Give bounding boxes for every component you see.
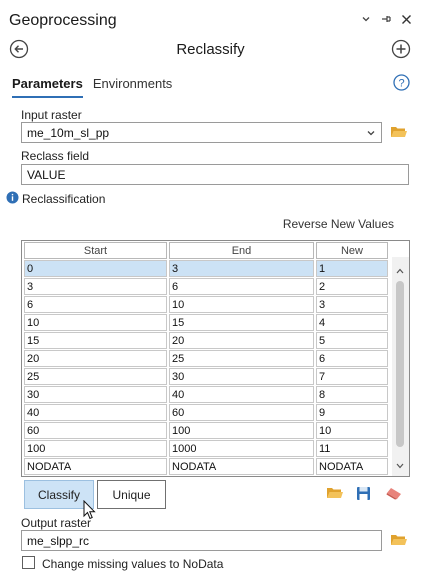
- cell-end[interactable]: 100: [169, 422, 314, 439]
- svg-text:?: ?: [398, 78, 404, 90]
- cell-new[interactable]: 7: [316, 368, 388, 385]
- scroll-up-icon[interactable]: [396, 263, 404, 277]
- scroll-down-icon[interactable]: [396, 458, 404, 472]
- table-body: 0 3 1 3 6 2 6 10 3 10 15 4 15 20 5 20 25 6 25 30 7 30 40 8 40 60 9…: [24, 260, 388, 475]
- cell-new[interactable]: 11: [316, 440, 388, 457]
- tab-parameters[interactable]: Parameters: [12, 76, 83, 98]
- table-row[interactable]: 10 15 4: [24, 314, 388, 331]
- input-raster-combo[interactable]: me_10m_sl_pp: [21, 122, 382, 143]
- reclass-table-grid: Start End New 0 3 1 3 6 2 6 10 3 10 15 4 15 20 5 20 25 6 2…: [22, 241, 390, 476]
- cell-end[interactable]: 15: [169, 314, 314, 331]
- table-row[interactable]: 40 60 9: [24, 404, 388, 421]
- cell-start[interactable]: 3: [24, 278, 167, 295]
- info-icon[interactable]: [6, 191, 19, 207]
- cell-new[interactable]: 10: [316, 422, 388, 439]
- cell-new[interactable]: 2: [316, 278, 388, 295]
- cell-new[interactable]: 1: [316, 260, 388, 277]
- tool-title: Reclassify: [176, 41, 245, 58]
- cell-start[interactable]: 100: [24, 440, 167, 457]
- reclass-field-value: VALUE: [27, 168, 66, 182]
- cell-end[interactable]: 30: [169, 368, 314, 385]
- chevron-down-icon[interactable]: [366, 127, 376, 141]
- input-raster-value: me_10m_sl_pp: [27, 126, 110, 140]
- cell-start[interactable]: 20: [24, 350, 167, 367]
- missing-nodata-checkbox[interactable]: [22, 556, 35, 569]
- cell-start[interactable]: 6: [24, 296, 167, 313]
- cell-end[interactable]: 3: [169, 260, 314, 277]
- missing-nodata-label: Change missing values to NoData: [42, 557, 224, 571]
- cell-start[interactable]: 40: [24, 404, 167, 421]
- table-row[interactable]: 100 1000 11: [24, 440, 388, 457]
- table-row[interactable]: 60 100 10: [24, 422, 388, 439]
- chevron-down-icon[interactable]: [359, 12, 373, 26]
- tool-header: Reclassify: [0, 38, 421, 62]
- cell-new[interactable]: 4: [316, 314, 388, 331]
- table-row[interactable]: 30 40 8: [24, 386, 388, 403]
- tab-environments[interactable]: Environments: [93, 76, 172, 98]
- unique-button[interactable]: Unique: [97, 480, 166, 509]
- cell-end[interactable]: 25: [169, 350, 314, 367]
- column-header-start[interactable]: Start: [24, 242, 167, 259]
- table-row[interactable]: 20 25 6: [24, 350, 388, 367]
- reclass-table: Start End New 0 3 1 3 6 2 6 10 3 10 15 4 15 20 5 20 25 6 2…: [21, 240, 410, 477]
- folder-open-icon[interactable]: [326, 486, 344, 502]
- cell-end[interactable]: 60: [169, 404, 314, 421]
- cell-end[interactable]: 40: [169, 386, 314, 403]
- folder-open-icon[interactable]: [390, 125, 408, 139]
- table-row[interactable]: 362: [24, 278, 388, 295]
- cell-new[interactable]: 9: [316, 404, 388, 421]
- table-vertical-scrollbar[interactable]: [392, 257, 409, 476]
- output-raster-input[interactable]: me_slpp_rc: [21, 530, 382, 551]
- cell-end[interactable]: 1000: [169, 440, 314, 457]
- cell-end[interactable]: 20: [169, 332, 314, 349]
- cell-new[interactable]: NODATA: [316, 458, 388, 475]
- output-raster-label: Output raster: [21, 516, 92, 530]
- cell-end[interactable]: 6: [169, 278, 314, 295]
- table-row[interactable]: 031: [24, 260, 388, 277]
- output-raster-value: me_slpp_rc: [27, 534, 90, 548]
- reverse-new-values-button[interactable]: Reverse New Values: [283, 217, 394, 231]
- column-header-end[interactable]: End: [169, 242, 314, 259]
- table-header-row: Start End New: [24, 242, 388, 259]
- pane-title: Geoprocessing: [9, 12, 117, 29]
- cell-start[interactable]: 15: [24, 332, 167, 349]
- cell-start[interactable]: 25: [24, 368, 167, 385]
- input-raster-label: Input raster: [21, 108, 82, 122]
- table-row[interactable]: 15 20 5: [24, 332, 388, 349]
- cell-start[interactable]: 0: [24, 260, 167, 277]
- cell-new[interactable]: 3: [316, 296, 388, 313]
- add-plus-icon[interactable]: [391, 39, 411, 59]
- table-row[interactable]: 25 30 7: [24, 368, 388, 385]
- cell-end[interactable]: NODATA: [169, 458, 314, 475]
- cell-start[interactable]: NODATA: [24, 458, 167, 475]
- reclass-field-input[interactable]: VALUE: [21, 164, 409, 185]
- reclassification-label: Reclassification: [22, 192, 106, 206]
- scrollbar-thumb[interactable]: [396, 281, 404, 447]
- cell-new[interactable]: 6: [316, 350, 388, 367]
- close-icon[interactable]: [399, 12, 413, 26]
- cell-start[interactable]: 60: [24, 422, 167, 439]
- column-header-new[interactable]: New: [316, 242, 388, 259]
- pane-window-controls: [359, 12, 413, 26]
- pin-icon[interactable]: [379, 12, 393, 26]
- cell-end[interactable]: 10: [169, 296, 314, 313]
- cell-new[interactable]: 5: [316, 332, 388, 349]
- eraser-icon[interactable]: [385, 486, 403, 502]
- table-row[interactable]: NODATA NODATA NODATA: [24, 458, 388, 475]
- save-icon[interactable]: [356, 486, 374, 502]
- pane-header: Geoprocessing: [0, 0, 421, 40]
- mouse-pointer-icon: [83, 499, 96, 523]
- cell-new[interactable]: 8: [316, 386, 388, 403]
- reclass-field-label: Reclass field: [21, 149, 90, 163]
- help-icon[interactable]: ?: [393, 74, 410, 91]
- cell-start[interactable]: 10: [24, 314, 167, 331]
- reclassification-header: Reclassification: [6, 191, 105, 207]
- tab-bar: Parameters Environments: [12, 76, 172, 98]
- cell-start[interactable]: 30: [24, 386, 167, 403]
- folder-open-icon[interactable]: [390, 533, 408, 547]
- table-row[interactable]: 6 10 3: [24, 296, 388, 313]
